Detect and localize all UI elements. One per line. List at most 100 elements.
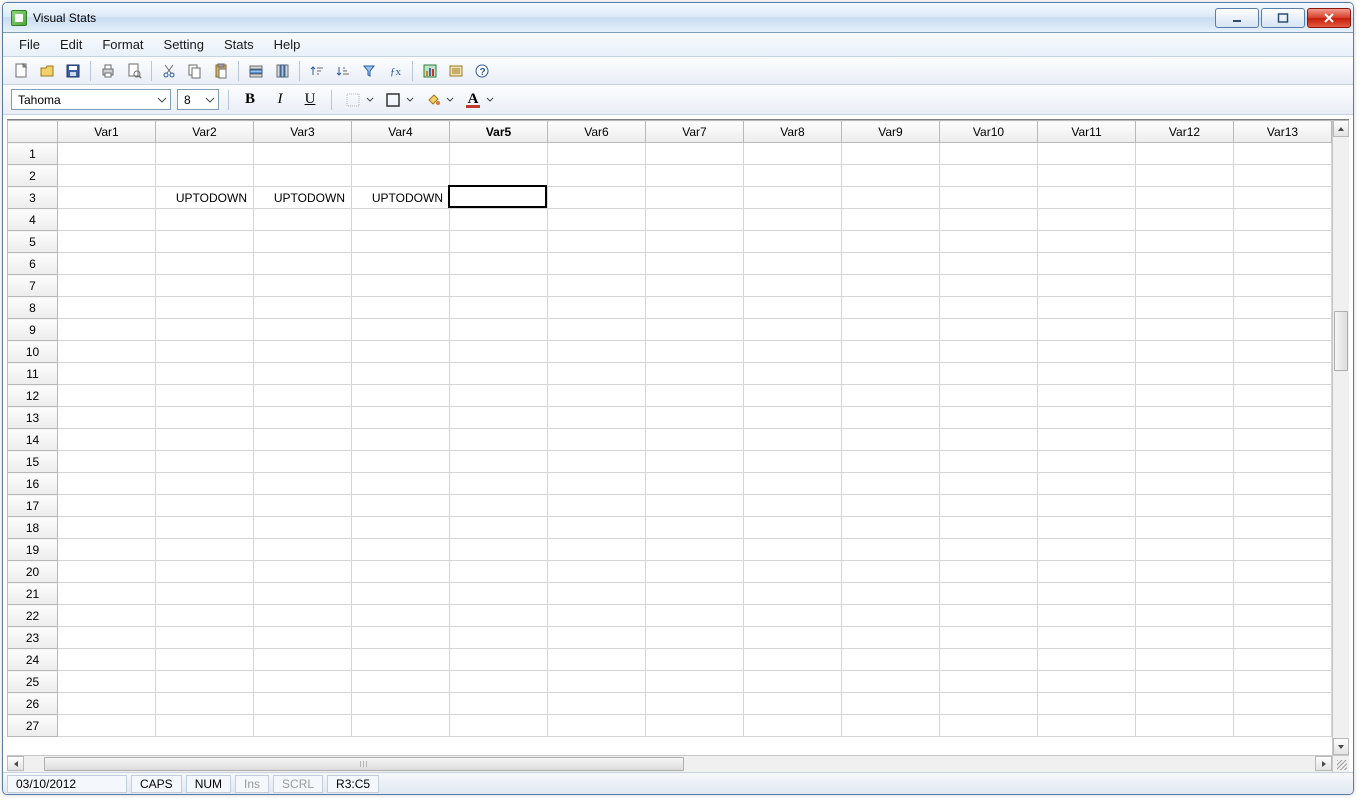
row-header[interactable]: 25 bbox=[8, 671, 58, 693]
grid-cell[interactable] bbox=[1136, 407, 1234, 429]
grid-cell[interactable] bbox=[646, 407, 744, 429]
grid-cell[interactable] bbox=[254, 231, 352, 253]
grid-cell[interactable] bbox=[1136, 627, 1234, 649]
grid-cell[interactable] bbox=[940, 561, 1038, 583]
grid-cell[interactable] bbox=[254, 517, 352, 539]
grid-cell[interactable] bbox=[744, 363, 842, 385]
horizontal-scrollbar[interactable] bbox=[7, 755, 1332, 772]
grid-cell[interactable] bbox=[156, 583, 254, 605]
grid-cell[interactable] bbox=[58, 451, 156, 473]
grid-cell[interactable] bbox=[156, 275, 254, 297]
grid-cell[interactable] bbox=[1038, 231, 1136, 253]
grid-cell[interactable] bbox=[450, 715, 548, 737]
column-header[interactable]: Var5 bbox=[450, 121, 548, 143]
chart-button[interactable] bbox=[418, 60, 442, 82]
grid-cell[interactable] bbox=[1136, 385, 1234, 407]
paste-button[interactable] bbox=[209, 60, 233, 82]
grid-cell[interactable] bbox=[58, 473, 156, 495]
grid-cell[interactable] bbox=[548, 407, 646, 429]
grid-cell[interactable] bbox=[842, 341, 940, 363]
grid-cell[interactable] bbox=[1234, 187, 1332, 209]
grid-cell[interactable] bbox=[58, 517, 156, 539]
grid-cell[interactable] bbox=[548, 187, 646, 209]
grid-cell[interactable] bbox=[156, 495, 254, 517]
grid-cell[interactable] bbox=[548, 275, 646, 297]
grid-cell[interactable] bbox=[548, 143, 646, 165]
grid-cell[interactable] bbox=[1038, 253, 1136, 275]
grid-cell[interactable] bbox=[842, 187, 940, 209]
grid-cell[interactable] bbox=[352, 297, 450, 319]
grid-cell[interactable] bbox=[1136, 341, 1234, 363]
grid-cell[interactable] bbox=[450, 319, 548, 341]
copy-button[interactable] bbox=[183, 60, 207, 82]
grid-cell[interactable] bbox=[842, 385, 940, 407]
column-header[interactable]: Var1 bbox=[58, 121, 156, 143]
grid-cell[interactable] bbox=[1136, 363, 1234, 385]
grid-cell[interactable] bbox=[58, 143, 156, 165]
grid-cell[interactable] bbox=[156, 715, 254, 737]
bold-button[interactable]: B bbox=[238, 89, 262, 111]
grid-cell[interactable] bbox=[940, 165, 1038, 187]
grid-cell[interactable] bbox=[1038, 693, 1136, 715]
grid-cell[interactable] bbox=[352, 693, 450, 715]
grid-cell[interactable] bbox=[646, 583, 744, 605]
grid-cell[interactable] bbox=[1234, 671, 1332, 693]
grid-cell[interactable] bbox=[254, 627, 352, 649]
grid-cell[interactable] bbox=[58, 297, 156, 319]
grid-cell[interactable] bbox=[548, 539, 646, 561]
menu-format[interactable]: Format bbox=[92, 33, 153, 56]
font-size-combo[interactable]: 8 bbox=[177, 89, 219, 110]
grid-cell[interactable] bbox=[254, 341, 352, 363]
grid-cell[interactable] bbox=[156, 605, 254, 627]
grid-cell[interactable] bbox=[450, 187, 548, 209]
grid-cell[interactable] bbox=[58, 385, 156, 407]
italic-button[interactable]: I bbox=[268, 89, 292, 111]
grid-cell[interactable] bbox=[842, 715, 940, 737]
grid-cell[interactable] bbox=[254, 451, 352, 473]
grid-cell[interactable] bbox=[58, 649, 156, 671]
grid-cell[interactable] bbox=[58, 583, 156, 605]
grid-cell[interactable] bbox=[646, 473, 744, 495]
grid-cell[interactable] bbox=[352, 319, 450, 341]
grid-cell[interactable] bbox=[940, 495, 1038, 517]
row-header[interactable]: 19 bbox=[8, 539, 58, 561]
grid-cell[interactable] bbox=[646, 363, 744, 385]
grid-cell[interactable] bbox=[940, 231, 1038, 253]
grid-cell[interactable] bbox=[842, 231, 940, 253]
grid-cell[interactable] bbox=[58, 671, 156, 693]
grid-cell[interactable] bbox=[646, 253, 744, 275]
print-preview-button[interactable] bbox=[122, 60, 146, 82]
grid-cell[interactable] bbox=[1136, 429, 1234, 451]
grid-cell[interactable] bbox=[744, 649, 842, 671]
grid-cell[interactable] bbox=[58, 561, 156, 583]
grid-cell[interactable] bbox=[450, 363, 548, 385]
grid-cell[interactable] bbox=[450, 627, 548, 649]
grid-cell[interactable] bbox=[1234, 605, 1332, 627]
grid-cell[interactable] bbox=[1038, 583, 1136, 605]
grid-cell[interactable] bbox=[1038, 429, 1136, 451]
row-header[interactable]: 27 bbox=[8, 715, 58, 737]
grid-cell[interactable] bbox=[156, 253, 254, 275]
grid-cell[interactable] bbox=[1234, 429, 1332, 451]
grid-cell[interactable] bbox=[1234, 165, 1332, 187]
grid-cell[interactable] bbox=[1038, 165, 1136, 187]
grid-cell[interactable] bbox=[254, 495, 352, 517]
grid-cell[interactable] bbox=[1136, 187, 1234, 209]
grid-cell[interactable] bbox=[254, 319, 352, 341]
row-header[interactable]: 16 bbox=[8, 473, 58, 495]
grid-cell[interactable] bbox=[254, 407, 352, 429]
grid-cell[interactable] bbox=[156, 165, 254, 187]
grid-cell[interactable] bbox=[1038, 539, 1136, 561]
grid-cell[interactable] bbox=[646, 495, 744, 517]
grid-cell[interactable] bbox=[1038, 473, 1136, 495]
grid-cell[interactable] bbox=[744, 517, 842, 539]
grid-cell[interactable] bbox=[940, 451, 1038, 473]
grid-cell[interactable] bbox=[254, 165, 352, 187]
column-header[interactable]: Var12 bbox=[1136, 121, 1234, 143]
grid-cell[interactable] bbox=[352, 649, 450, 671]
grid-cell[interactable] bbox=[156, 627, 254, 649]
grid-cell[interactable] bbox=[646, 297, 744, 319]
grid-cell[interactable] bbox=[254, 473, 352, 495]
grid-cell[interactable] bbox=[1234, 407, 1332, 429]
grid-cell[interactable] bbox=[58, 407, 156, 429]
